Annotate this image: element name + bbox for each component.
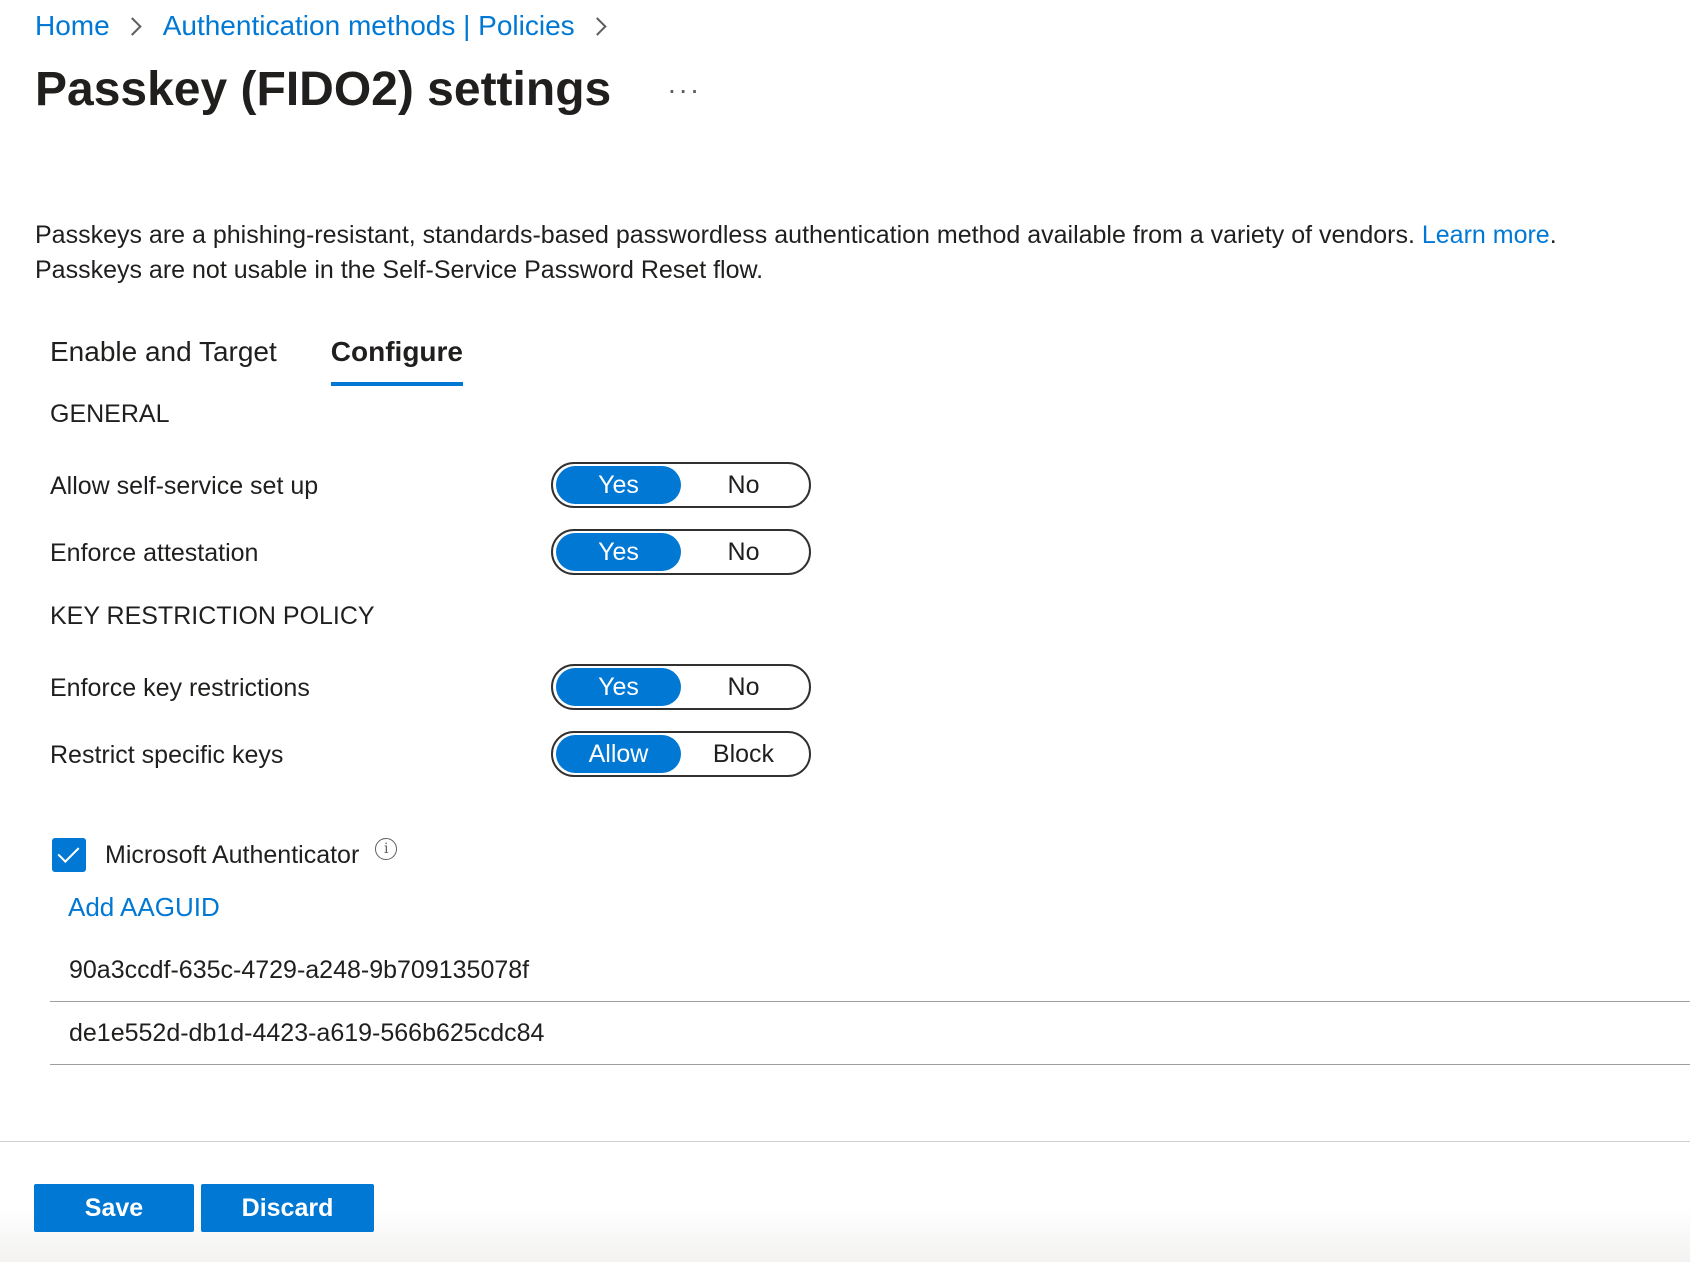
learn-more-link[interactable]: Learn more (1422, 221, 1550, 249)
save-button[interactable]: Save (34, 1184, 194, 1232)
enforce-key-restrictions-toggle: Yes No (551, 664, 811, 710)
aaguid-list-item[interactable]: 90a3ccdf-635c-4729-a248-9b709135078f (50, 940, 1690, 1002)
key-restriction-section-header: KEY RESTRICTION POLICY (50, 602, 375, 630)
enforce-key-restrictions-yes[interactable]: Yes (556, 668, 681, 706)
discard-button[interactable]: Discard (201, 1184, 374, 1232)
page: Home Authentication methods | Policies P… (0, 0, 1690, 1262)
breadcrumb-policies-link[interactable]: Authentication methods | Policies (163, 10, 575, 42)
restrict-specific-keys-block[interactable]: Block (681, 735, 806, 773)
microsoft-authenticator-checkbox[interactable] (52, 838, 86, 872)
allow-self-service-yes[interactable]: Yes (556, 466, 681, 504)
chevron-right-icon (587, 16, 607, 36)
info-icon[interactable]: i (375, 838, 398, 860)
tab-enable-and-target[interactable]: Enable and Target (50, 336, 277, 386)
enforce-key-restrictions-label: Enforce key restrictions (50, 674, 310, 702)
restrict-specific-keys-allow[interactable]: Allow (556, 735, 681, 773)
tab-bar: Enable and Target Configure (50, 336, 517, 386)
page-title: Passkey (FIDO2) settings (35, 63, 612, 116)
allow-self-service-toggle: Yes No (551, 462, 811, 508)
enforce-attestation-no[interactable]: No (681, 533, 806, 571)
enforce-attestation-toggle: Yes No (551, 529, 811, 575)
allow-self-service-label: Allow self-service set up (50, 472, 319, 500)
add-aaguid-link[interactable]: Add AAGUID (68, 892, 220, 923)
restrict-specific-keys-label: Restrict specific keys (50, 741, 284, 769)
microsoft-authenticator-row: Microsoft Authenticator i (52, 838, 398, 872)
enforce-attestation-yes[interactable]: Yes (556, 533, 681, 571)
breadcrumb-home-link[interactable]: Home (35, 10, 110, 42)
general-section-header: GENERAL (50, 400, 170, 428)
enforce-key-restrictions-no[interactable]: No (681, 668, 806, 706)
more-options-icon[interactable]: ··· (661, 74, 707, 106)
enforce-attestation-label: Enforce attestation (50, 539, 259, 567)
allow-self-service-no[interactable]: No (681, 466, 806, 504)
microsoft-authenticator-label: Microsoft Authenticator (105, 840, 360, 869)
restrict-specific-keys-toggle: Allow Block (551, 731, 811, 777)
aaguid-list-item[interactable]: de1e552d-db1d-4423-a619-566b625cdc84 (50, 1003, 1690, 1065)
tab-configure[interactable]: Configure (330, 336, 463, 386)
description-line2: Passkeys are not usable in the Self-Serv… (35, 256, 764, 284)
description-period: . (1549, 221, 1557, 249)
description: Passkeys are a phishing-resistant, stand… (35, 218, 1675, 288)
breadcrumb: Home Authentication methods | Policies (35, 10, 628, 42)
description-text: Passkeys are a phishing-resistant, stand… (35, 221, 1415, 249)
title-row: Passkey (FIDO2) settings ··· (35, 62, 707, 117)
chevron-right-icon (123, 16, 142, 36)
